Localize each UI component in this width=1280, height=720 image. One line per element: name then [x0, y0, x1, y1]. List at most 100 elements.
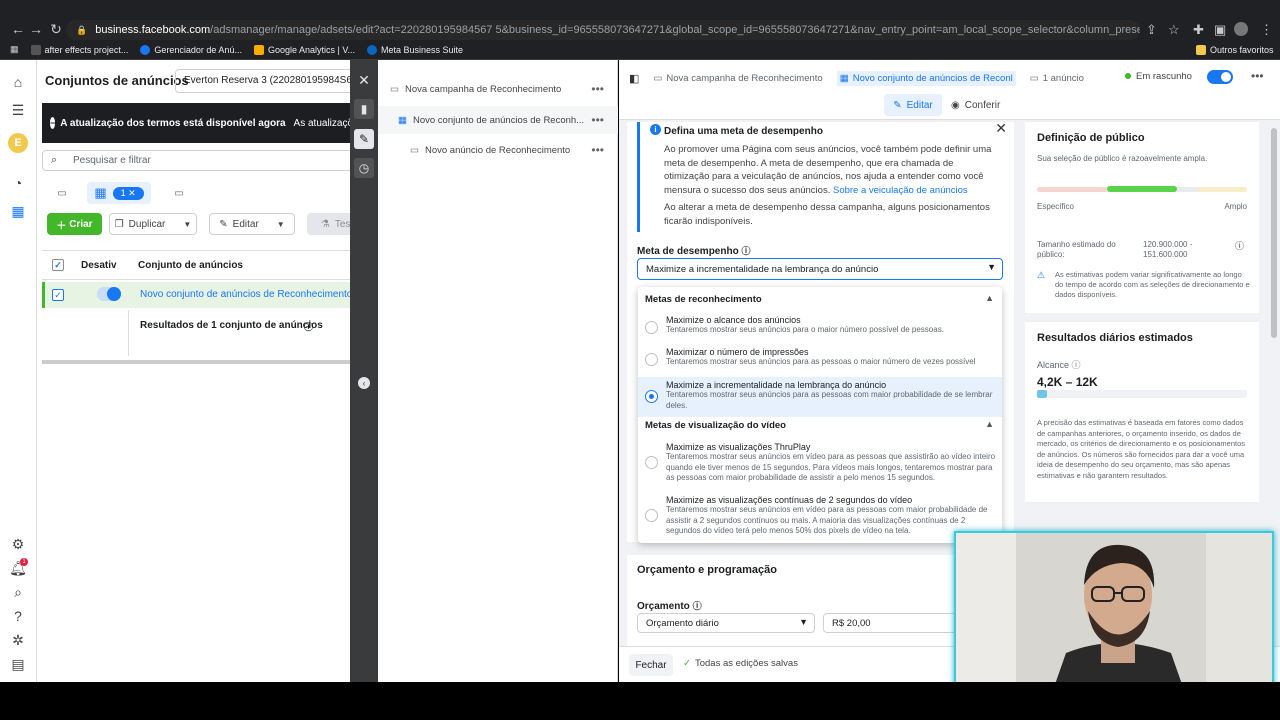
info-note: Ao alterar a meta de desempenho dessa ca… [664, 202, 990, 227]
radio-selected[interactable] [645, 390, 658, 403]
search-input[interactable]: ⌕ Pesquisar e filtrar [42, 150, 350, 171]
col-header-toggle[interactable]: Desativ [81, 260, 117, 271]
group-awareness[interactable]: Metas de reconhecimento ▲ [638, 291, 1002, 309]
horizontal-scrollbar[interactable] [42, 360, 350, 364]
extensions-icon[interactable]: ✚ [1193, 22, 1204, 38]
bookmark-item[interactable]: Meta Business Suite [367, 44, 463, 55]
bookmark-apps[interactable]: ▦ [10, 44, 19, 55]
close-button[interactable]: Fechar [629, 654, 673, 676]
gear-icon[interactable]: ⚙ [8, 534, 28, 554]
duplicate-button[interactable]: ❐ Duplicar ▼ [109, 213, 197, 235]
home-icon[interactable]: ⌂ [8, 72, 28, 92]
info-box: i Defina uma meta de desempenho Ao promo… [637, 120, 1007, 232]
info-icon[interactable]: ⓘ [693, 601, 702, 611]
goal-dropdown-menu: Metas de reconhecimento ▲ Maximize o alca… [638, 287, 1002, 543]
ad-icon: ▭ [1029, 73, 1039, 84]
search-icon[interactable]: ⌕ [8, 582, 28, 602]
ads-table-icon[interactable]: ▦ [8, 201, 28, 221]
close-icon[interactable]: ✕ [354, 70, 374, 90]
sidepanel-icon[interactable]: ▣ [1214, 22, 1226, 38]
table-row[interactable]: ✓ Novo conjunto de anúncios de Reconheci… [42, 282, 350, 308]
pencil-icon[interactable]: ✎ [354, 129, 374, 149]
edit-button[interactable]: ✎ Editar ▼ [209, 213, 295, 235]
ad-icon[interactable]: ▭ [169, 182, 189, 204]
option-thruplay[interactable]: Maximize as visualizações ThruPlay Tenta… [638, 442, 1002, 492]
avatar[interactable]: E [8, 133, 28, 153]
chevron-down-icon: ▼ [276, 219, 285, 229]
radio[interactable] [645, 456, 658, 469]
editor-header: ◧ ▭ Nova campanha de Reconhecimento ▦ Novo… [619, 60, 1280, 120]
option-2s-views[interactable]: Maximize as visualizações contínuas de 2… [638, 495, 1002, 543]
address-bar[interactable]: 🔒 business.facebook.com /adsmanager/mana… [66, 20, 1140, 40]
menu-icon[interactable]: ⋮ [1260, 22, 1273, 38]
adset-toggle[interactable] [1207, 70, 1233, 84]
radio[interactable] [645, 353, 658, 366]
bookmark-item[interactable]: after effects project... [30, 44, 128, 55]
info-icon: i [650, 124, 661, 135]
panel-toggle-icon[interactable]: ◧ [629, 72, 639, 85]
row-toggle[interactable] [97, 287, 121, 301]
chart-icon[interactable]: ▮ [354, 99, 374, 119]
dashboard-icon[interactable]: ◔ [8, 173, 28, 193]
close-icon[interactable]: ✕ [995, 120, 1007, 137]
bug-icon[interactable]: ✲ [8, 630, 28, 650]
row-name-link[interactable]: Novo conjunto de anúncios de Reconhecime… [140, 289, 350, 300]
bell-icon[interactable]: 🔔︎ 1 [8, 558, 28, 578]
account-selector[interactable]: Everton Reserva 3 (220280195984S6... [175, 69, 350, 93]
help-icon[interactable]: ? [8, 606, 28, 626]
meter-right-label: Amplo [1224, 202, 1247, 211]
history-icon[interactable]: ◷ [354, 158, 374, 178]
more-icon[interactable]: ••• [1251, 69, 1264, 83]
radio[interactable] [645, 321, 658, 334]
test-button[interactable]: ⚗Test [307, 213, 350, 235]
more-icon[interactable]: ••• [591, 143, 604, 157]
bookmark-item[interactable]: Google Analytics | V... [253, 44, 355, 55]
share-icon[interactable]: ⇪ [1146, 22, 1157, 38]
option-reach[interactable]: Maximize o alcance dos anúncios Tentarem… [638, 315, 1002, 345]
breadcrumb: ◧ ▭ Nova campanha de Reconhecimento ▦ Novo… [629, 71, 1098, 86]
tree-item-campaign[interactable]: ▭ Nova campanha de Reconhecimento ••• [378, 75, 618, 103]
info-icon[interactable]: ⓘ [304, 320, 313, 333]
profile-avatar[interactable] [1234, 22, 1248, 36]
tab-review[interactable]: ◉ Conferir [951, 94, 1000, 116]
info-icon[interactable]: ⓘ [1072, 360, 1081, 370]
create-button[interactable]: ＋ Criar [47, 213, 102, 235]
bookmark-other[interactable]: Outros favoritos [1196, 45, 1274, 55]
select-all-checkbox[interactable]: ✓ [52, 259, 64, 271]
hamburger-icon[interactable]: ☰ [8, 100, 28, 120]
radio[interactable] [645, 509, 658, 522]
budget-type-select[interactable]: Orçamento diário ▼ [637, 613, 815, 633]
more-icon[interactable]: ••• [591, 82, 604, 96]
info-body: Ao promover uma Página com seus anúncios… [664, 144, 992, 196]
star-icon[interactable]: ☆ [1168, 22, 1180, 38]
audience-definition-card: Definição de público Sua seleção de públ… [1025, 122, 1259, 313]
terms-banner[interactable]: − A atualização dos termos está disponív… [42, 103, 350, 143]
chevron-down-icon: ▼ [987, 262, 996, 272]
collapse-icon[interactable]: ‹ [358, 377, 370, 389]
tree-item-ad[interactable]: ▭ Novo anúncio de Reconhecimento ••• [378, 136, 618, 164]
performance-goal-select[interactable]: Maximize a incrementalidade na lembrança… [637, 258, 1003, 280]
reload-icon[interactable]: ↻ [44, 21, 68, 38]
status-badge: Em rascunho [1125, 71, 1192, 82]
row-checkbox[interactable]: ✓ [52, 289, 64, 301]
info-icon[interactable]: ⓘ [1235, 239, 1244, 252]
group-video[interactable]: Metas de visualização do vídeo ▲ [638, 417, 1002, 435]
breadcrumb-adset[interactable]: ▦ Novo conjunto de anúncios de Reconl [836, 71, 1016, 86]
vertical-scrollbar[interactable] [1271, 128, 1277, 338]
info-icon[interactable]: ⓘ [741, 246, 750, 256]
adsets-filter-tab[interactable]: ▦ 1 ✕ [87, 182, 151, 204]
grid-icon: ▦ [839, 73, 849, 84]
option-ad-recall[interactable]: Maximize a incrementalidade na lembrança… [638, 377, 1002, 417]
breadcrumb-ad[interactable]: ▭ 1 anúncio [1030, 73, 1084, 84]
bookmark-item[interactable]: Gerenciador de Anú... [140, 44, 242, 55]
option-impressions[interactable]: Maximizar o número de impressões Tentare… [638, 347, 1002, 377]
tab-edit[interactable]: ✎ Editar [884, 94, 942, 116]
col-header-name[interactable]: Conjunto de anúncios [138, 260, 243, 271]
breadcrumb-campaign[interactable]: ▭ Nova campanha de Reconhecimento [653, 73, 822, 84]
info-link[interactable]: Sobre a veiculação de anúncios [833, 185, 968, 196]
report-icon[interactable]: ▤ [8, 654, 28, 674]
tree-item-adset[interactable]: ▦ Novo conjunto de anúncios de Reconh...… [378, 106, 618, 134]
more-icon[interactable]: ••• [591, 113, 604, 127]
selected-count-badge[interactable]: 1 ✕ [112, 186, 144, 200]
folder-icon[interactable]: ▭ [51, 182, 73, 204]
